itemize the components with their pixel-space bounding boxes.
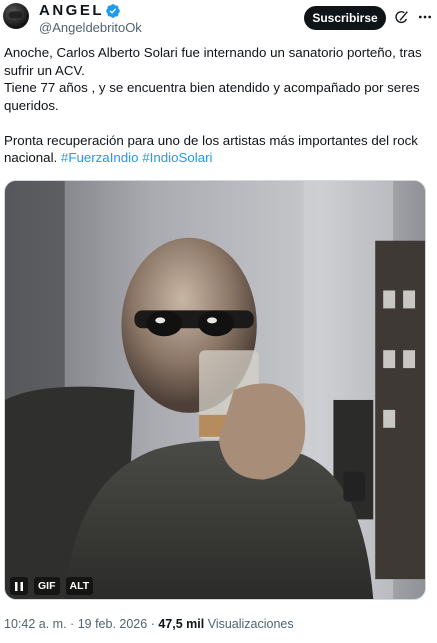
avatar[interactable] — [3, 3, 29, 29]
meta-separator-2: · — [150, 617, 155, 631]
views-label: Visualizaciones — [207, 617, 294, 631]
alt-text-button[interactable]: ALT — [65, 577, 94, 595]
hashtag-fuerzaindio[interactable]: #FuerzaIndio — [61, 150, 139, 165]
hashtag-indiosolari[interactable]: #IndioSolari — [142, 150, 212, 165]
tweet-media-gif[interactable] — [4, 180, 426, 600]
name-row: ANGEL — [39, 2, 121, 19]
tweet-line-2: Tiene 77 años , y se encuentra bien aten… — [4, 80, 420, 113]
more-icon[interactable] — [417, 9, 433, 25]
display-name[interactable]: ANGEL — [39, 2, 104, 19]
handle[interactable]: @AngeldebritoOk — [39, 20, 142, 35]
tweet-meta: 10:42 a. m. · 19 feb. 2026 · 47,5 mil Vi… — [4, 617, 294, 631]
tweet-time[interactable]: 10:42 a. m. — [4, 617, 67, 631]
pause-icon — [15, 581, 23, 591]
views-count: 47,5 mil — [158, 617, 205, 631]
tweet-line-3: Pronta recuperación para uno de los arti… — [4, 132, 434, 167]
media-controls: GIF ALT — [10, 576, 94, 596]
pause-button[interactable] — [10, 577, 28, 595]
gif-frame-image — [5, 181, 425, 599]
meta-separator: · — [70, 617, 75, 631]
verified-badge-icon — [106, 3, 120, 18]
subscribe-button[interactable]: Suscribirse — [304, 6, 386, 30]
gif-badge: GIF — [34, 577, 60, 595]
tweet-line-1: Anoche, Carlos Alberto Solari fue intern… — [4, 45, 422, 78]
tweet-header: ANGEL @AngeldebritoOk Suscribirse — [0, 0, 437, 40]
grok-icon[interactable] — [394, 9, 410, 25]
tweet-text: Anoche, Carlos Alberto Solari fue intern… — [4, 44, 434, 167]
tweet-date[interactable]: 19 feb. 2026 — [78, 617, 148, 631]
